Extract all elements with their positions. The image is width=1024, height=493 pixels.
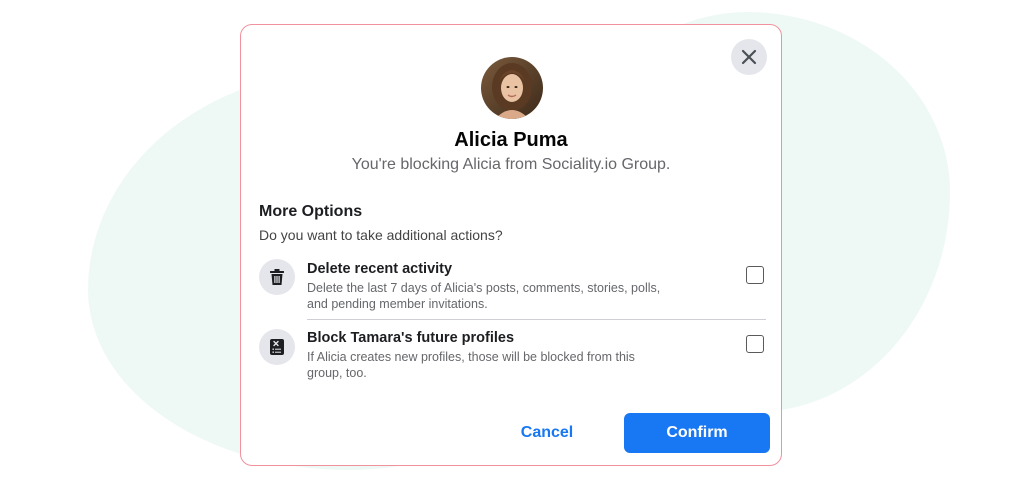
option-delete-activity-desc-line1: Delete the last 7 days of Alicia's posts… — [307, 281, 661, 295]
confirm-button[interactable]: Confirm — [624, 413, 770, 453]
option-delete-activity-title: Delete recent activity — [307, 261, 453, 277]
option-block-profiles-title: Block Tamara's future profiles — [307, 330, 515, 346]
block-subtitle: You're blocking Alicia from Sociality.io… — [351, 156, 671, 173]
option-divider — [307, 319, 766, 320]
close-button[interactable] — [731, 39, 767, 75]
more-options-title: More Options — [259, 203, 363, 220]
option-block-profiles-desc-line2: group, too. — [307, 366, 367, 380]
delete-activity-checkbox[interactable] — [746, 266, 764, 284]
option-delete-activity-desc-line2: and pending member invitations. — [307, 297, 488, 311]
avatar — [481, 57, 543, 119]
more-options-question: Do you want to take additional actions? — [259, 227, 503, 243]
trash-icon — [270, 269, 284, 285]
block-profiles-checkbox[interactable] — [746, 335, 764, 353]
close-icon — [741, 49, 757, 65]
option-delete-activity-icon-wrap — [259, 259, 295, 295]
user-name: Alicia Puma — [454, 129, 568, 151]
cancel-button[interactable]: Cancel — [503, 415, 591, 451]
block-member-dialog: Alicia Puma You're blocking Alicia from … — [240, 24, 782, 466]
option-block-profiles-desc-line1: If Alicia creates new profiles, those wi… — [307, 350, 635, 364]
option-block-profiles-icon-wrap — [259, 329, 295, 365]
block-profile-icon — [270, 339, 284, 355]
